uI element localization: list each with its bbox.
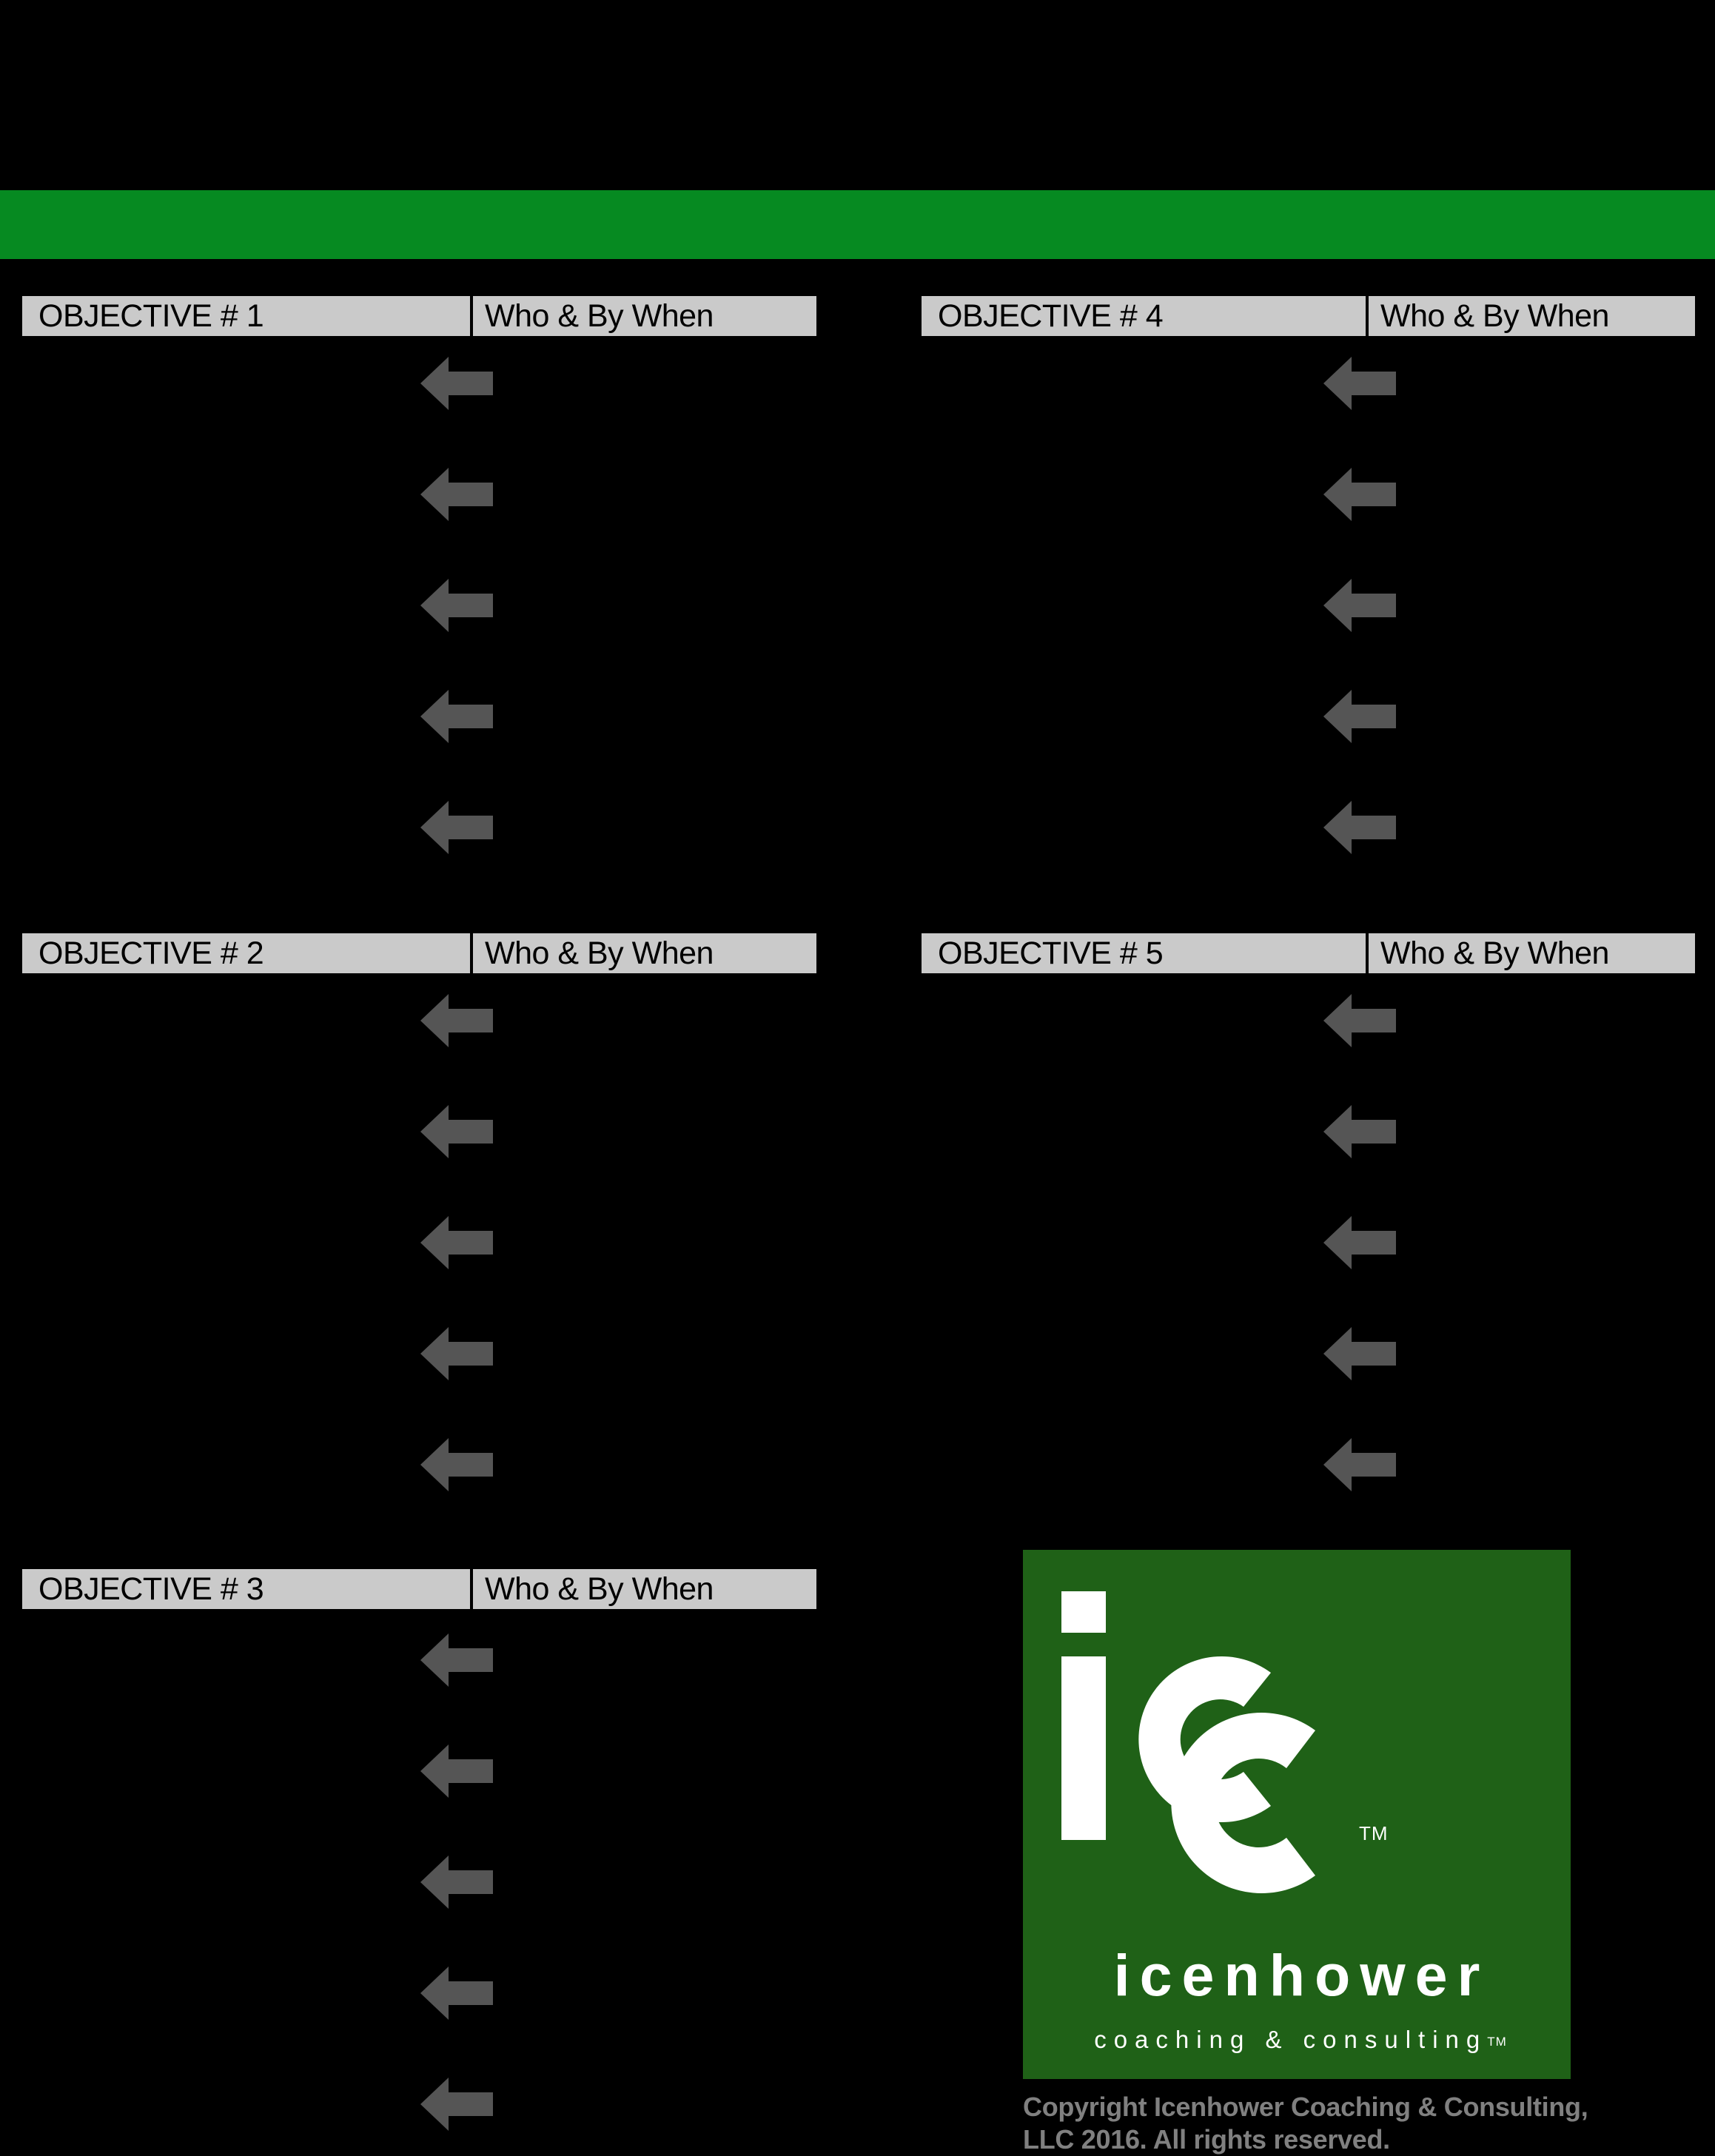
left-arrow-icon <box>420 1105 493 1158</box>
objective-4-header: OBJECTIVE # 4 Who & By When <box>922 296 1695 336</box>
left-arrow-icon <box>1323 1105 1396 1158</box>
left-arrow-icon <box>420 357 493 410</box>
logo-tagline: coaching & consultingTM <box>1023 2027 1571 2052</box>
left-arrow-icon <box>1323 1327 1396 1380</box>
top-green-banner <box>0 190 1715 259</box>
objective-3-who-by-when-label: Who & By When <box>470 1569 816 1609</box>
objective-5-title: OBJECTIVE # 5 <box>922 933 1366 973</box>
left-arrow-icon <box>420 1856 493 1909</box>
objective-1-header: OBJECTIVE # 1 Who & By When <box>22 296 816 336</box>
copyright-notice: Copyright Icenhower Coaching & Consultin… <box>1023 2091 1608 2156</box>
svg-text:TM: TM <box>1359 1822 1389 1844</box>
left-arrow-icon <box>1323 468 1396 521</box>
logo-wordmark: icenhower <box>1113 1942 1490 2008</box>
left-arrow-icon <box>420 2078 493 2131</box>
objective-4-title: OBJECTIVE # 4 <box>922 296 1366 336</box>
left-arrow-icon <box>420 1633 493 1687</box>
objective-1-title: OBJECTIVE # 1 <box>22 296 470 336</box>
worksheet-page: OBJECTIVE # 1 Who & By When OBJECTIVE # … <box>0 0 1715 2156</box>
left-arrow-icon <box>1323 1216 1396 1269</box>
left-arrow-icon <box>1323 1438 1396 1491</box>
left-arrow-icon <box>1323 994 1396 1047</box>
left-arrow-icon <box>420 1327 493 1380</box>
left-arrow-icon <box>420 1216 493 1269</box>
logo-tagline-text: coaching & consulting <box>1094 2026 1488 2053</box>
logo-tagline-tm: TM <box>1487 2035 1507 2049</box>
left-arrow-icon <box>420 468 493 521</box>
objective-2-who-by-when-label: Who & By When <box>470 933 816 973</box>
left-arrow-icon <box>420 1438 493 1491</box>
copyright-line-2: LLC 2016. All rights reserved. <box>1023 2123 1390 2155</box>
icc-monogram-icon: TM <box>1057 1585 1434 1926</box>
objective-4-who-by-when-label: Who & By When <box>1366 296 1695 336</box>
left-arrow-icon <box>420 1744 493 1798</box>
objective-3-title: OBJECTIVE # 3 <box>22 1569 470 1609</box>
objective-2-title: OBJECTIVE # 2 <box>22 933 470 973</box>
left-arrow-icon <box>420 690 493 743</box>
left-arrow-icon <box>420 579 493 632</box>
objective-5-header: OBJECTIVE # 5 Who & By When <box>922 933 1695 973</box>
left-arrow-icon <box>1323 690 1396 743</box>
objective-3-header: OBJECTIVE # 3 Who & By When <box>22 1569 816 1609</box>
objective-1-who-by-when-label: Who & By When <box>470 296 816 336</box>
left-arrow-icon <box>420 1967 493 2020</box>
left-arrow-icon <box>1323 357 1396 410</box>
objective-5-who-by-when-label: Who & By When <box>1366 933 1695 973</box>
left-arrow-icon <box>420 994 493 1047</box>
left-arrow-icon <box>1323 801 1396 854</box>
objective-2-header: OBJECTIVE # 2 Who & By When <box>22 933 816 973</box>
icenhower-logo: TM icenhower coaching & consultingTM <box>1023 1550 1571 2079</box>
left-arrow-icon <box>1323 579 1396 632</box>
copyright-line-1: Copyright Icenhower Coaching & Consultin… <box>1023 2092 1588 2122</box>
left-arrow-icon <box>420 801 493 854</box>
